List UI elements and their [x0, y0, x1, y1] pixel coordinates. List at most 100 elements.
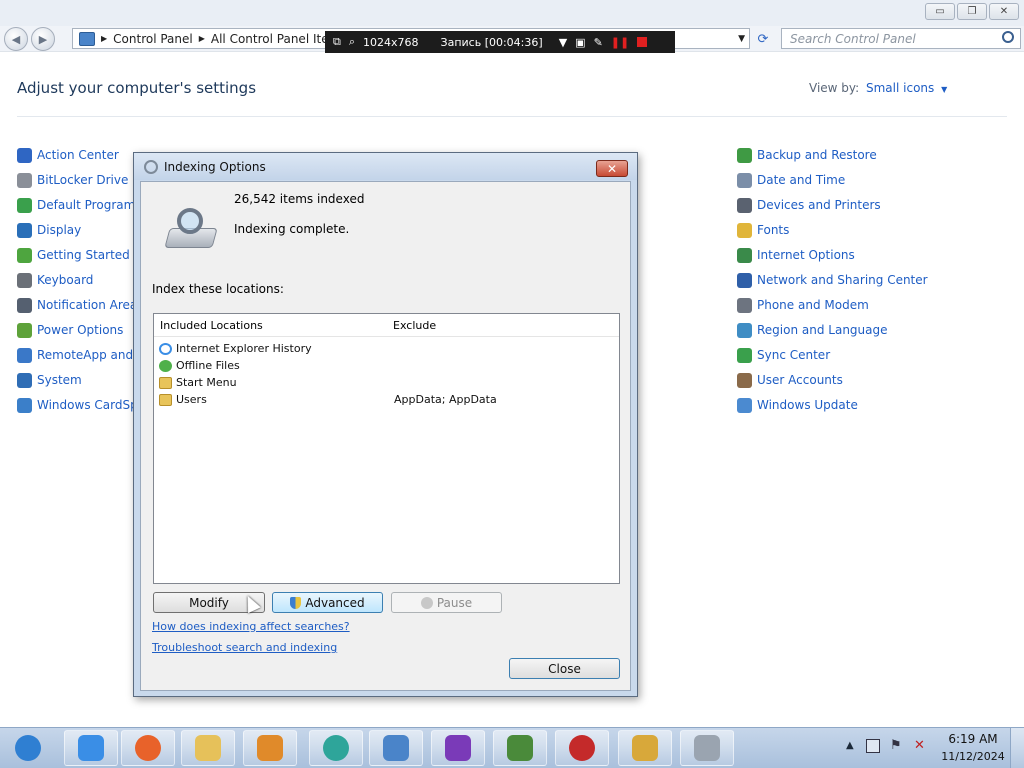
pen-icon[interactable]: ✎ [594, 36, 603, 49]
control-panel-item-label: Backup and Restore [757, 148, 877, 162]
control-panel-item[interactable]: Power Options [17, 320, 123, 340]
remoteapp-icon [17, 347, 32, 363]
stop-icon[interactable] [637, 37, 648, 47]
refresh-button[interactable]: ⟳ [752, 30, 774, 49]
getting-started-icon [17, 247, 32, 263]
taskbar-explorer-button[interactable] [181, 730, 235, 766]
taskbar-recorder-button[interactable] [555, 730, 609, 766]
minimize-button[interactable]: ▭ [925, 3, 955, 20]
breadcrumb-control-panel[interactable]: Control Panel [113, 32, 193, 46]
monitor-app-icon [507, 735, 533, 761]
control-panel-item-label: Notification Area I [37, 298, 145, 312]
col-exclude-header[interactable]: Exclude [393, 319, 436, 332]
dialog-title: Indexing Options [164, 159, 266, 174]
taskbar-ruler-tool-button[interactable] [618, 730, 672, 766]
sync-icon [737, 347, 752, 363]
locations-list[interactable]: Included Locations Exclude Internet Expl… [153, 313, 620, 584]
network-tray-icon[interactable] [866, 739, 880, 753]
zoom-icon[interactable]: ⌕ [349, 35, 355, 49]
dialog-close-button[interactable]: ✕ [596, 160, 628, 177]
dropdown-icon[interactable]: ▼ [559, 36, 567, 49]
control-panel-item[interactable]: System [17, 370, 82, 390]
control-panel-item[interactable]: Getting Started [17, 245, 130, 265]
show-hidden-icons-icon[interactable]: ▲ [846, 740, 854, 751]
control-panel-item[interactable]: Region and Language [737, 320, 888, 340]
chevron-down-icon: ▼ [941, 85, 948, 94]
clock-time[interactable]: 6:19 AM [943, 732, 1003, 746]
close-window-button[interactable]: ✕ [989, 3, 1019, 20]
taskbar-monitor-app-button[interactable] [493, 730, 547, 766]
window-title-bar: ▭ ❐ ✕ [0, 0, 1024, 26]
taskbar-app-circle-button[interactable] [309, 730, 363, 766]
taskbar-mask-app-button[interactable] [431, 730, 485, 766]
search-input[interactable]: Search Control Panel [781, 28, 1021, 49]
control-panel-item[interactable]: Windows CardSpa [17, 395, 145, 415]
flag-tray-icon[interactable]: ⚑ [890, 738, 902, 753]
search-icon[interactable] [1002, 31, 1014, 43]
control-panel-item[interactable]: Default Programs [17, 195, 142, 215]
view-by-label: View by: [809, 81, 860, 95]
clock-date[interactable]: 11/12/2024 [940, 750, 1006, 763]
start-orb [15, 735, 41, 761]
volume-muted-icon[interactable]: ✕ [914, 738, 925, 753]
control-panel-item[interactable]: Date and Time [737, 170, 845, 190]
phone-icon [737, 297, 752, 313]
location-name: Internet Explorer History [176, 342, 312, 355]
location-row[interactable]: Users AppData; AppData [159, 391, 614, 408]
control-panel-item[interactable]: Windows Update [737, 395, 858, 415]
divider [17, 116, 1007, 117]
control-panel-item-label: RemoteApp and D [37, 348, 147, 362]
close-button[interactable]: Close [509, 658, 620, 679]
header-divider [154, 336, 619, 337]
taskbar-media-player-button[interactable] [243, 730, 297, 766]
show-desktop-button[interactable] [1010, 728, 1024, 768]
location-row[interactable]: Internet Explorer History [159, 340, 614, 357]
view-by-dropdown[interactable]: Small icons ▼ [866, 81, 947, 95]
cardspace-icon [17, 397, 32, 413]
col-included-header[interactable]: Included Locations [160, 319, 263, 332]
indexing-icon [144, 159, 158, 174]
taskbar-start-orb-button[interactable] [2, 730, 54, 766]
control-panel-item-label: Sync Center [757, 348, 831, 362]
back-button[interactable]: ◀ [4, 27, 28, 51]
forward-button[interactable]: ▶ [31, 27, 55, 51]
control-panel-item[interactable]: Keyboard [17, 270, 93, 290]
pause-icon[interactable]: ❚❚ [611, 36, 629, 49]
troubleshoot-link[interactable]: Troubleshoot search and indexing [152, 641, 337, 654]
pause-button[interactable]: Pause [391, 592, 502, 613]
control-panel-item[interactable]: Sync Center [737, 345, 830, 365]
internet-options-icon [737, 247, 752, 263]
control-panel-item[interactable]: Internet Options [737, 245, 855, 265]
taskbar-internet-explorer-button[interactable] [64, 730, 118, 766]
control-panel-item[interactable]: User Accounts [737, 370, 843, 390]
control-panel-item[interactable]: RemoteApp and D [17, 345, 146, 365]
taskbar-control-panel-button[interactable] [369, 730, 423, 766]
shield-icon [290, 596, 302, 609]
control-panel-item[interactable]: BitLocker Drive En [17, 170, 147, 190]
control-panel-item[interactable]: Notification Area I [17, 295, 145, 315]
advanced-label: Advanced [305, 595, 365, 610]
datetime-icon [737, 172, 752, 188]
recorder-status: Запись [00:04:36] [440, 35, 543, 49]
breadcrumb-separator-icon: ▶ [101, 34, 108, 43]
control-panel-item[interactable]: Display [17, 220, 81, 240]
advanced-button[interactable]: Advanced [272, 592, 383, 613]
control-panel-item[interactable]: Backup and Restore [737, 145, 877, 165]
control-panel-item[interactable]: Devices and Printers [737, 195, 881, 215]
control-panel-item[interactable]: Phone and Modem [737, 295, 869, 315]
camera-icon[interactable]: ▣ [575, 36, 585, 49]
location-row[interactable]: Offline Files [159, 357, 614, 374]
address-dropdown-icon[interactable]: ▼ [738, 34, 745, 44]
control-panel-item[interactable]: Network and Sharing Center [737, 270, 928, 290]
taskbar-indexing-button[interactable] [680, 730, 734, 766]
control-panel-item-label: Network and Sharing Center [757, 273, 928, 287]
location-row[interactable]: Start Menu [159, 374, 614, 391]
maximize-button[interactable]: ❐ [957, 3, 987, 20]
control-panel-item-label: Date and Time [757, 173, 846, 187]
control-panel-icon [79, 31, 95, 46]
control-panel-item[interactable]: Fonts [737, 220, 789, 240]
indexing-affect-link[interactable]: How does indexing affect searches? [152, 620, 350, 633]
control-panel-item[interactable]: Action Center [17, 145, 119, 165]
taskbar-firefox-button[interactable] [121, 730, 175, 766]
region-icon[interactable]: ⧉ [333, 35, 341, 49]
